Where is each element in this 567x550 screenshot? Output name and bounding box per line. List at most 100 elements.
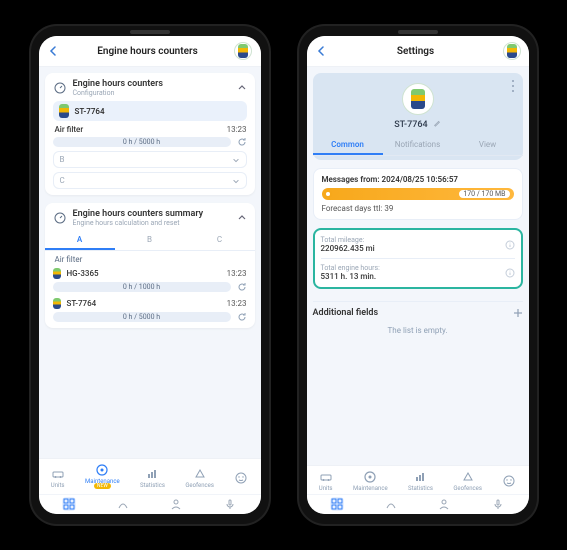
forecast-text: Forecast days ttl: 39 (322, 204, 514, 213)
settings-tabs: Common Notifications View (313, 136, 523, 156)
mileage-label: Total mileage: (321, 236, 375, 244)
additional-fields-header[interactable]: Additional fields (313, 308, 523, 318)
profile-name[interactable]: ST-7764 (321, 119, 515, 130)
card-subtitle: Configuration (73, 89, 163, 97)
card-title: Engine hours counters (73, 79, 163, 89)
counter-name: Air filter (53, 125, 84, 134)
subnav-user-icon[interactable] (169, 497, 183, 511)
progress-bar[interactable]: 0 h / 5000 h (53, 312, 231, 322)
reset-icon[interactable] (237, 312, 247, 322)
empty-state: The list is empty. (313, 318, 523, 343)
nav-more[interactable] (502, 474, 516, 488)
nav-geofences[interactable]: Geofences (453, 470, 482, 492)
total-mileage-row[interactable]: Total mileage: 220962.435 mi (321, 234, 515, 255)
card-header[interactable]: Engine hours counters Configuration (53, 79, 247, 97)
progress-bar[interactable]: 0 h / 1000 h (53, 282, 231, 292)
app-header: Settings (307, 36, 529, 67)
content-area: ST-7764 Common Notifications View Messag… (307, 67, 529, 465)
tab-view[interactable]: View (453, 136, 523, 155)
storage-bar[interactable]: 170 / 170 MB (322, 188, 514, 200)
plus-icon[interactable] (513, 308, 523, 318)
info-icon[interactable] (505, 268, 515, 278)
wrench-icon (95, 463, 109, 477)
collapsed-counter-b[interactable]: B (53, 151, 247, 168)
section-label: Air filter (55, 255, 247, 264)
tab-notifications[interactable]: Notifications (383, 136, 453, 155)
mileage-value: 220962.435 mi (321, 244, 375, 253)
progress-row: 0 h / 5000 h (53, 137, 247, 147)
kebab-menu-icon[interactable] (511, 79, 515, 93)
subnav-route-icon[interactable] (116, 497, 130, 511)
nav-label: Statistics (140, 482, 165, 489)
info-icon[interactable] (505, 240, 515, 250)
summary-row-1: HG-3365 13:23 0 h / 1000 h (53, 268, 247, 292)
nav-maintenance[interactable]: Maintenance (353, 470, 388, 492)
car-icon (319, 470, 333, 484)
header-avatar[interactable] (503, 42, 521, 60)
back-button[interactable] (315, 44, 329, 58)
messages-head: Messages from: 2024/08/25 10:56:57 (322, 175, 514, 184)
subnav-user-icon[interactable] (437, 497, 451, 511)
smile-icon (234, 471, 248, 485)
nav-units[interactable]: Units (51, 467, 65, 489)
nav-statistics[interactable]: Statistics (140, 467, 165, 489)
subnav-grid-icon[interactable] (62, 497, 76, 511)
nav-geofences[interactable]: Geofences (185, 467, 214, 489)
sub-nav (307, 494, 529, 514)
subnav-mic-icon[interactable] (491, 497, 505, 511)
counter-row[interactable]: Air filter 13:23 (53, 125, 247, 134)
unit-icon (238, 44, 248, 58)
unit-row[interactable]: HG-3365 13:23 (53, 268, 247, 279)
unit-row[interactable]: ST-7764 13:23 (53, 298, 247, 309)
unit-selector[interactable]: ST-7764 (53, 101, 247, 121)
row-time: 13:23 (227, 269, 247, 278)
engine-hours-summary-card: Engine hours counters summary Engine hou… (45, 203, 255, 328)
tab-common[interactable]: Common (313, 136, 383, 155)
unit-icon (53, 298, 61, 309)
card-title: Engine hours counters summary (73, 209, 204, 219)
unit-icon (59, 104, 69, 118)
nav-label: Units (51, 482, 65, 489)
nav-label: Units (319, 485, 333, 492)
subnav-grid-icon[interactable] (330, 497, 344, 511)
nav-statistics[interactable]: Statistics (408, 470, 433, 492)
tab-c[interactable]: C (185, 231, 255, 250)
geofence-icon (193, 467, 207, 481)
chevron-up-icon (237, 83, 247, 93)
card-subtitle: Engine hours calculation and reset (73, 219, 204, 227)
speaker-slot (130, 30, 170, 34)
unit-name: HG-3365 (65, 269, 99, 278)
back-button[interactable] (47, 44, 61, 58)
total-hours-row[interactable]: Total engine hours: 5311 h. 13 min. (321, 262, 515, 283)
tab-a[interactable]: A (45, 231, 115, 250)
reset-icon[interactable] (237, 137, 247, 147)
reset-icon[interactable] (237, 282, 247, 292)
totals-card: Total mileage: 220962.435 mi Total engin… (313, 228, 523, 289)
nav-label: Statistics (408, 485, 433, 492)
profile-avatar[interactable] (402, 83, 434, 115)
bar-handle-icon (324, 190, 332, 198)
additional-fields-section: Additional fields The list is empty. (313, 301, 523, 343)
subnav-mic-icon[interactable] (223, 497, 237, 511)
row-label: B (60, 155, 65, 164)
card-header[interactable]: Engine hours counters summary Engine hou… (53, 209, 247, 227)
screen-right: Settings ST-7764 Co (307, 36, 529, 514)
collapsed-counter-c[interactable]: C (53, 172, 247, 189)
nav-more[interactable] (234, 471, 248, 485)
progress-bar[interactable]: 0 h / 5000 h (53, 137, 231, 147)
nav-maintenance[interactable]: Maintenance NEW (85, 463, 120, 492)
nav-units[interactable]: Units (319, 470, 333, 492)
header-avatar[interactable] (234, 42, 252, 60)
app-header: Engine hours counters (39, 36, 261, 67)
tab-b[interactable]: B (115, 231, 185, 250)
unit-icon (53, 268, 61, 279)
chevron-down-icon (232, 156, 240, 164)
chevron-down-icon (232, 177, 240, 185)
unit-name: ST-7764 (65, 299, 97, 308)
subnav-route-icon[interactable] (384, 497, 398, 511)
storage-pill: 170 / 170 MB (459, 190, 509, 198)
nav-label: Geofences (185, 482, 214, 489)
new-badge: NEW (94, 483, 111, 489)
page-title: Settings (397, 46, 434, 57)
speaker-slot (398, 30, 438, 34)
